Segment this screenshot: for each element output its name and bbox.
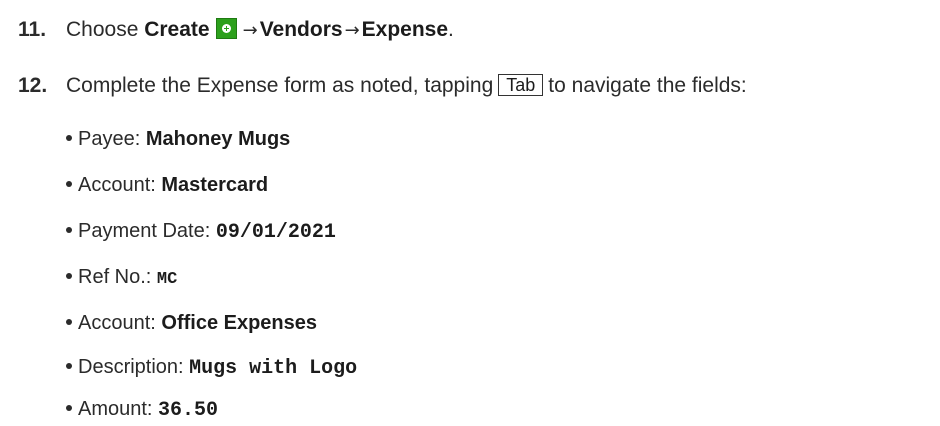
list-item-payment-date: Payment Date: 09/01/2021 bbox=[66, 218, 336, 246]
step-12: 12. Complete the Expense form as noted, t… bbox=[0, 72, 747, 100]
bullet-icon bbox=[66, 227, 72, 233]
bullet-icon bbox=[66, 319, 72, 325]
tab-key: Tab bbox=[498, 74, 544, 96]
bullet-icon bbox=[66, 363, 72, 369]
arrow-icon: → bbox=[242, 20, 258, 41]
field-value: Office Expenses bbox=[161, 312, 318, 334]
list-item-account: Account: Mastercard bbox=[66, 172, 268, 198]
list-item-ref-no: Ref No.: MC bbox=[66, 264, 177, 293]
field-value: Mugs with Logo bbox=[189, 357, 358, 380]
step-11: 11. Choose Create →Vendors →Expense. bbox=[0, 16, 454, 45]
bullet-icon bbox=[66, 273, 72, 279]
arrow-icon: → bbox=[344, 20, 360, 41]
step-text-after: to navigate the fields: bbox=[548, 74, 747, 97]
list-item-description: Description: Mugs with Logo bbox=[66, 354, 357, 382]
list-item-expense-account: Account: Office Expenses bbox=[66, 310, 317, 336]
field-label: Payment Date: bbox=[78, 220, 216, 242]
field-label: Amount: bbox=[78, 398, 159, 420]
create-label: Create bbox=[144, 18, 210, 41]
field-label: Ref No.: bbox=[78, 266, 157, 288]
list-item-amount: Amount: 36.50 bbox=[66, 396, 218, 424]
bullet-icon bbox=[66, 135, 72, 141]
field-value: 09/01/2021 bbox=[215, 221, 336, 244]
field-label: Payee: bbox=[78, 128, 146, 150]
field-label: Account: bbox=[78, 174, 162, 196]
step-text-before: Complete the Expense form as noted, tapp… bbox=[66, 74, 494, 97]
create-plus-icon bbox=[215, 18, 237, 39]
step-text-prefix: Choose bbox=[66, 18, 145, 41]
bullet-icon bbox=[66, 181, 72, 187]
field-value: MC bbox=[156, 270, 178, 289]
bullet-icon bbox=[66, 405, 72, 411]
field-value: Mastercard bbox=[161, 174, 269, 196]
period: . bbox=[448, 18, 454, 41]
field-value: Mahoney Mugs bbox=[145, 128, 291, 150]
field-label: Description: bbox=[78, 356, 190, 378]
list-item-payee: Payee: Mahoney Mugs bbox=[66, 126, 290, 152]
step-number: 12. bbox=[18, 74, 48, 97]
field-value: 36.50 bbox=[158, 399, 219, 422]
vendors-label: Vendors bbox=[259, 18, 343, 41]
expense-label: Expense bbox=[361, 18, 449, 41]
field-label: Account: bbox=[78, 312, 162, 334]
step-number: 11. bbox=[18, 18, 47, 41]
